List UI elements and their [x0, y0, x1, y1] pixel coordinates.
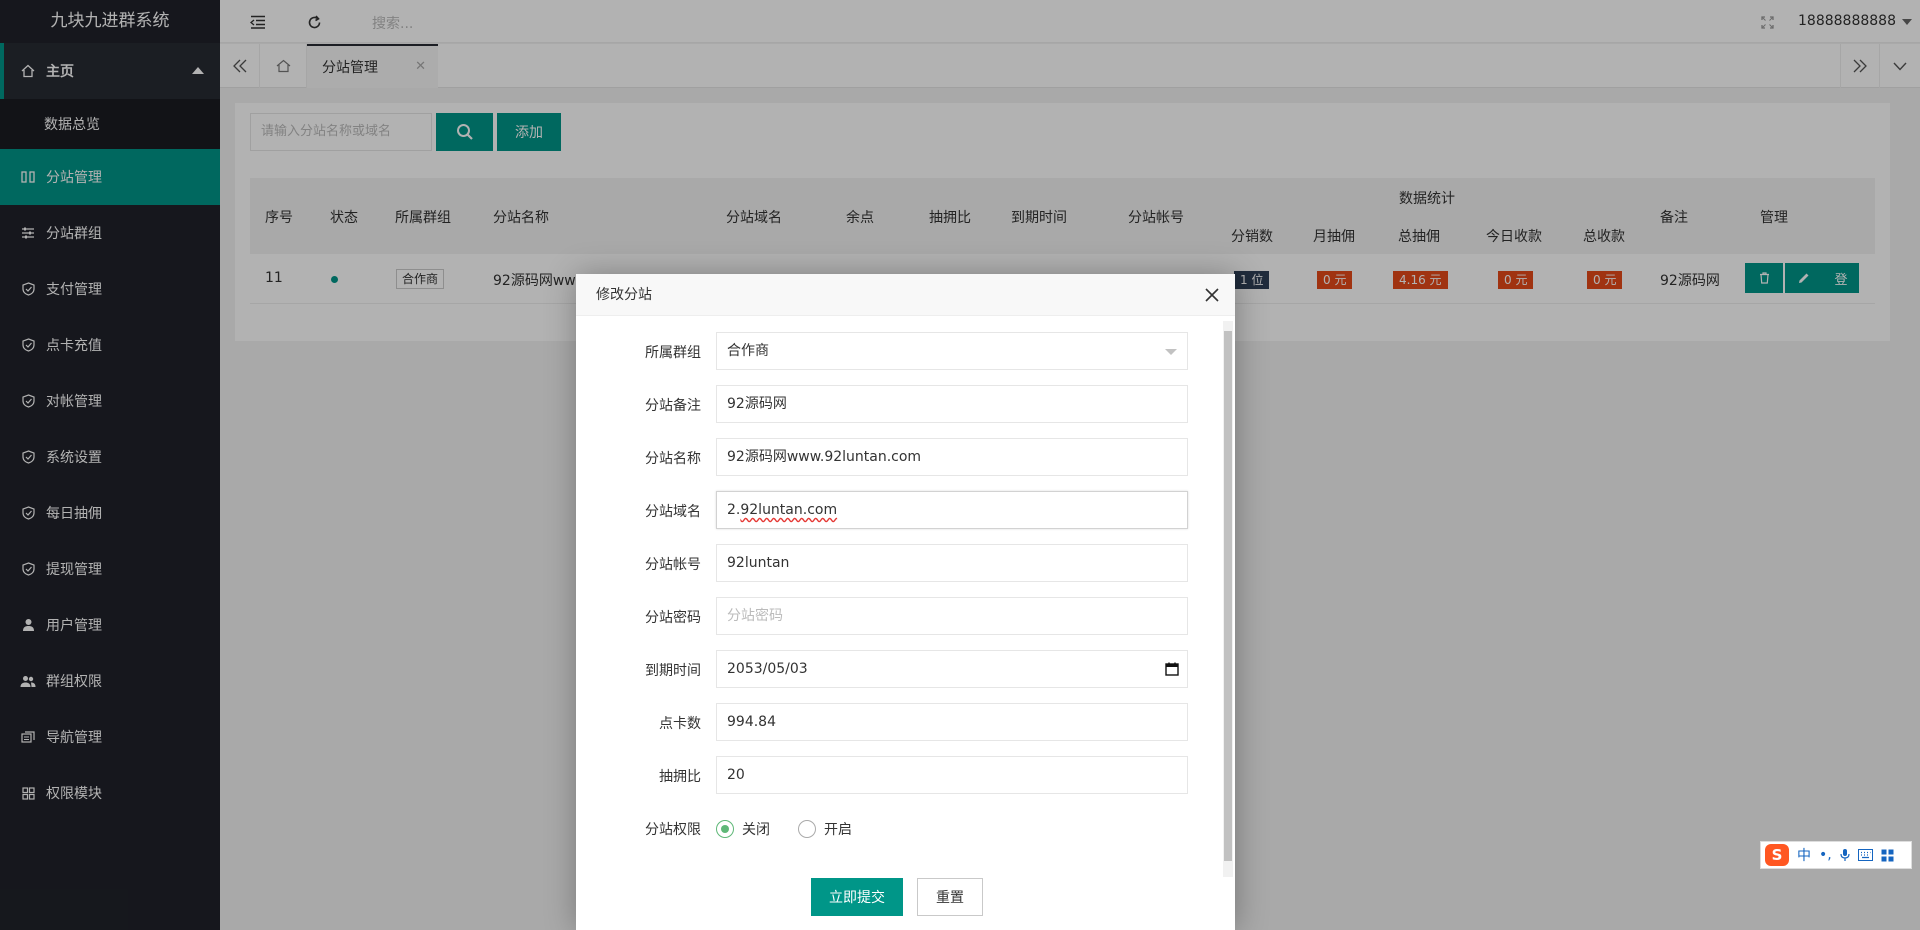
modal-form: 所属群组 合作商 分站备注 92源码网 分站名称 92源码网www.92lunt… — [591, 332, 1201, 868]
ime-punct[interactable]: •, — [1819, 847, 1832, 863]
domain-prefix-text: 2. — [727, 502, 741, 518]
group-select[interactable]: 合作商 — [716, 332, 1188, 370]
ratio-input[interactable]: 20 — [716, 756, 1188, 794]
permission-off-label[interactable]: 关闭 — [742, 819, 770, 839]
domain-label: 分站域名 — [645, 504, 701, 520]
domain-input[interactable]: 2.92luntan.com — [716, 491, 1188, 529]
password-input[interactable]: 分站密码 — [716, 597, 1188, 635]
form-row-name: 分站名称 92源码网www.92luntan.com — [591, 438, 1201, 476]
keyboard-icon — [1857, 849, 1873, 861]
form-row-expire: 到期时间 2053/05/03 — [591, 650, 1201, 688]
name-label: 分站名称 — [645, 451, 701, 467]
account-input[interactable]: 92luntan — [716, 544, 1188, 582]
remark-label: 分站备注 — [645, 398, 701, 414]
permission-off-radio[interactable] — [716, 820, 734, 838]
calendar-icon — [1165, 662, 1179, 676]
ratio-label: 抽拥比 — [659, 769, 701, 785]
password-label: 分站密码 — [645, 610, 701, 626]
form-row-group: 所属群组 合作商 — [591, 332, 1201, 370]
form-row-points: 点卡数 994.84 — [591, 703, 1201, 741]
modal-title: 修改分站 — [576, 274, 1235, 316]
form-row-domain: 分站域名 2.92luntan.com — [591, 491, 1201, 529]
grid-menu-icon — [1881, 849, 1894, 861]
modal-footer: 立即提交 重置 — [576, 868, 1223, 930]
permission-on-label[interactable]: 开启 — [824, 819, 852, 839]
group-label: 所属群组 — [645, 345, 701, 361]
form-row-ratio: 抽拥比 20 — [591, 756, 1201, 794]
scrollbar-thumb[interactable] — [1224, 331, 1232, 861]
expire-label: 到期时间 — [645, 663, 701, 679]
permission-label: 分站权限 — [645, 822, 701, 838]
ime-toolbar[interactable]: S 中 •, — [1760, 841, 1912, 869]
domain-value-text: 92luntan.com — [740, 502, 838, 518]
microphone-icon — [1840, 849, 1850, 861]
submit-button[interactable]: 立即提交 — [811, 878, 903, 916]
account-label: 分站帐号 — [645, 557, 701, 573]
remark-input[interactable]: 92源码网 — [716, 385, 1188, 423]
modal-scrollbar[interactable] — [1223, 321, 1233, 877]
permission-on-radio[interactable] — [798, 820, 816, 838]
close-icon[interactable] — [1203, 286, 1221, 304]
expire-date-input[interactable]: 2053/05/03 — [716, 650, 1188, 688]
reset-button[interactable]: 重置 — [917, 878, 983, 916]
sogou-logo-icon: S — [1765, 844, 1789, 866]
form-row-password: 分站密码 分站密码 — [591, 597, 1201, 635]
form-row-account: 分站帐号 92luntan — [591, 544, 1201, 582]
points-label: 点卡数 — [659, 716, 701, 732]
name-input[interactable]: 92源码网www.92luntan.com — [716, 438, 1188, 476]
form-row-permission: 分站权限 关闭 开启 — [591, 809, 1201, 847]
points-input[interactable]: 994.84 — [716, 703, 1188, 741]
group-select-value: 合作商 — [727, 343, 769, 359]
edit-substation-modal: 修改分站 所属群组 合作商 分站备注 92源码网 分站名称 92源码网www.9… — [576, 274, 1235, 930]
form-row-remark: 分站备注 92源码网 — [591, 385, 1201, 423]
expire-value: 2053/05/03 — [727, 661, 808, 677]
chevron-down-icon — [1165, 349, 1177, 355]
ime-lang[interactable]: 中 — [1797, 845, 1811, 865]
